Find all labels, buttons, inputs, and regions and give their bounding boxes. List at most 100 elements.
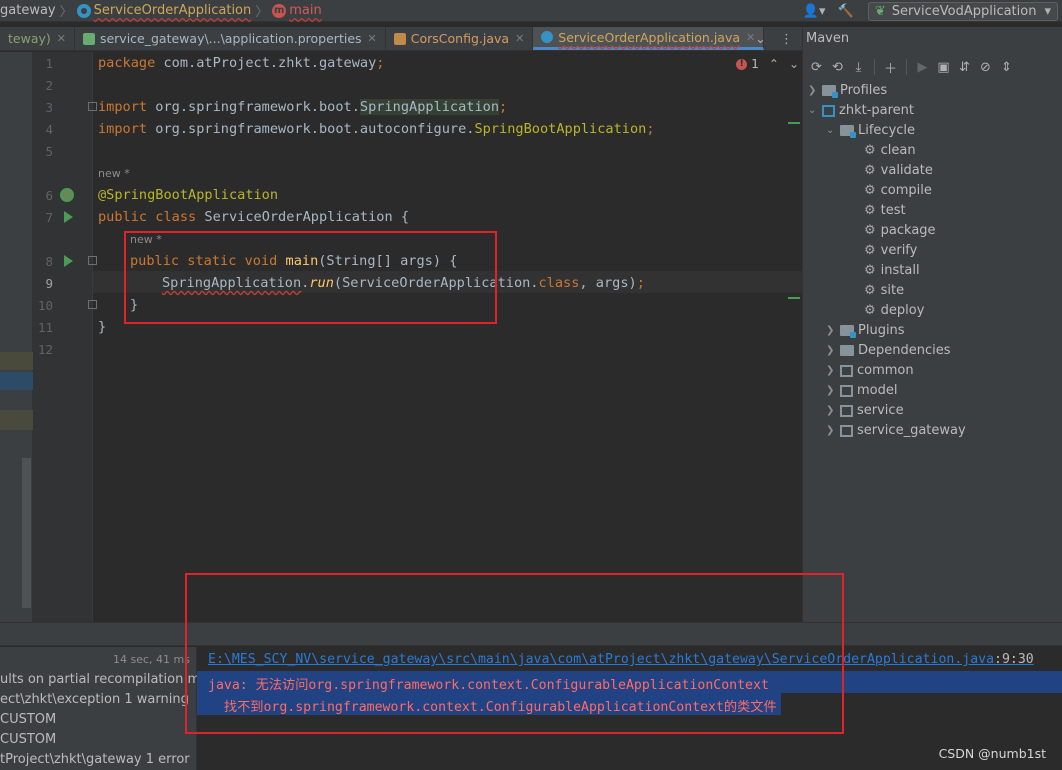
fold-icon[interactable]: [88, 256, 97, 265]
skip-tests-icon[interactable]: ⊘: [975, 60, 996, 75]
chevron-down-icon[interactable]: ⌄: [826, 125, 840, 136]
editor-tab-bar: teway) ✕ service_gateway\...\application…: [0, 27, 802, 51]
code-line-7: public class ServiceOrderApplication {: [98, 209, 409, 225]
toggle-offline-icon[interactable]: ⇵: [954, 60, 975, 75]
hammer-icon[interactable]: 🔨: [838, 4, 854, 19]
maven-panel-title: Maven: [806, 31, 850, 46]
close-icon[interactable]: ✕: [368, 32, 377, 45]
annotation-highlight-box: [124, 231, 497, 324]
chevron-right-icon[interactable]: ❯: [826, 325, 840, 336]
toolbar-divider: [906, 59, 907, 75]
tree-item-label: compile: [880, 183, 932, 198]
maven-goal-site[interactable]: ⚙ site: [864, 283, 904, 298]
run-configuration-label: ServiceVodApplication: [891, 3, 1037, 19]
add-icon[interactable]: ＋: [880, 58, 901, 77]
close-icon[interactable]: ✕: [57, 32, 66, 45]
highlight-marker: [0, 410, 33, 430]
inspection-summary[interactable]: ! 1 ⌃ ⌄: [736, 57, 799, 71]
download-icon[interactable]: ⤓: [848, 60, 869, 75]
maven-goal-deploy[interactable]: ⚙ deploy: [864, 303, 924, 318]
spring-bean-icon[interactable]: [60, 188, 74, 202]
chevron-right-icon[interactable]: ❯: [826, 385, 840, 396]
import-package: org.springframework.boot.: [147, 99, 360, 115]
maven-tree-item-profiles[interactable]: ❯ Profiles: [808, 83, 887, 98]
maven-goal-install[interactable]: ⚙ install: [864, 263, 920, 278]
keyword: public class: [98, 209, 197, 225]
code-editor[interactable]: [93, 52, 802, 622]
line-number: 7: [45, 210, 53, 225]
scrollbar[interactable]: [22, 458, 31, 608]
chevron-down-icon[interactable]: ⌄: [808, 105, 822, 116]
maven-tree-item-dependencies[interactable]: ❯ Dependencies: [826, 343, 951, 358]
breadcrumb-item-method[interactable]: main: [289, 3, 321, 18]
maven-tree-item-service[interactable]: ❯ service: [826, 403, 904, 418]
fold-icon[interactable]: [88, 102, 97, 111]
chevron-down-icon[interactable]: ⌄: [789, 57, 799, 71]
maven-goal-validate[interactable]: ⚙ validate: [864, 163, 933, 178]
tree-item-label: clean: [880, 143, 916, 158]
line-number: 8: [45, 254, 53, 269]
build-tree-item[interactable]: ect\zhkt\exception 1 warning: [0, 692, 189, 707]
chevron-right-icon[interactable]: ❯: [826, 405, 840, 416]
maven-tree-item-model[interactable]: ❯ model: [826, 383, 897, 398]
chevron-right-icon: 〉: [255, 5, 269, 20]
chevron-up-icon[interactable]: ⌃: [769, 57, 779, 71]
properties-file-icon: [82, 32, 95, 45]
close-icon[interactable]: ✕: [515, 32, 524, 45]
chevron-right-icon[interactable]: ❯: [808, 85, 822, 96]
run-icon[interactable]: [64, 211, 73, 223]
run-icon[interactable]: [64, 255, 73, 267]
terminal-icon[interactable]: ▣: [933, 60, 954, 75]
tab-application-properties[interactable]: service_gateway\...\application.properti…: [75, 27, 386, 50]
breadcrumb-item-gateway[interactable]: gateway: [0, 3, 56, 18]
build-tree-item[interactable]: CUSTOM: [0, 712, 56, 727]
maven-tree-item-service-gateway[interactable]: ❯ service_gateway: [826, 423, 966, 438]
chevron-right-icon[interactable]: ❯: [826, 425, 840, 436]
maven-goal-clean[interactable]: ⚙ clean: [864, 143, 916, 158]
collapse-icon[interactable]: ⇕: [996, 60, 1017, 75]
chevron-right-icon[interactable]: ❯: [826, 365, 840, 376]
tree-item-label: model: [857, 383, 898, 398]
tree-item-label: test: [880, 203, 906, 218]
maven-goal-compile[interactable]: ⚙ compile: [864, 183, 932, 198]
chevron-right-icon[interactable]: ❯: [826, 345, 840, 356]
tab-corsconfig[interactable]: CorsConfig.java ✕: [386, 27, 534, 50]
tab-list-button[interactable]: ⌄ ⋮: [746, 27, 802, 51]
code-line-6: @SpringBootApplication: [98, 187, 278, 203]
more-vertical-icon[interactable]: ⋮: [780, 32, 793, 47]
dependencies-icon: [840, 345, 854, 356]
run-configuration-select[interactable]: ❦ ServiceVodApplication ▾: [867, 1, 1058, 21]
breadcrumb-item-class[interactable]: ServiceOrderApplication: [94, 3, 252, 18]
tab-label: service_gateway\...\application.properti…: [99, 31, 362, 46]
tree-item-label: Profiles: [840, 83, 888, 98]
build-tree-item[interactable]: CUSTOM: [0, 732, 56, 747]
gear-icon: ⚙: [864, 143, 876, 158]
build-tree-item[interactable]: tProject\zhkt\gateway 1 error: [0, 752, 190, 767]
user-icon[interactable]: 👤▾: [803, 4, 826, 19]
module-icon: [840, 404, 853, 417]
maven-tree-item-common[interactable]: ❯ common: [826, 363, 914, 378]
run-icon[interactable]: ▶: [912, 60, 933, 75]
maven-goal-verify[interactable]: ⚙ verify: [864, 243, 917, 258]
gear-icon: ⚙: [864, 243, 876, 258]
reload-icon[interactable]: ⟳: [806, 60, 827, 75]
author-hint[interactable]: new *: [98, 167, 130, 180]
maven-goal-package[interactable]: ⚙ package: [864, 223, 936, 238]
keyword: class: [538, 275, 580, 291]
folder-icon: [840, 125, 856, 138]
build-tree-item[interactable]: ults on partial recompilation may: [0, 672, 216, 687]
maven-tree-item-zhkt-parent[interactable]: ⌄ zhkt-parent: [808, 103, 914, 118]
gear-icon: ⚙: [864, 223, 876, 238]
maven-goal-test[interactable]: ⚙ test: [864, 203, 906, 218]
line-number: 1: [45, 56, 53, 71]
semicolon: ;: [376, 55, 385, 71]
maven-tree-item-lifecycle[interactable]: ⌄ Lifecycle: [826, 123, 915, 138]
module-icon: [840, 424, 853, 437]
spring-leaf-icon: ❦: [874, 3, 886, 19]
tab-serviceorderapplication[interactable]: ServiceOrderApplication.java ✕: [533, 27, 765, 50]
reload-project-icon[interactable]: ⟲: [827, 60, 848, 75]
fold-icon[interactable]: [88, 300, 97, 309]
maven-tree-item-plugins[interactable]: ❯ Plugins: [826, 323, 905, 338]
tab-gateway[interactable]: teway) ✕: [0, 27, 75, 50]
build-duration: 14 sec, 41 ms: [113, 653, 190, 666]
